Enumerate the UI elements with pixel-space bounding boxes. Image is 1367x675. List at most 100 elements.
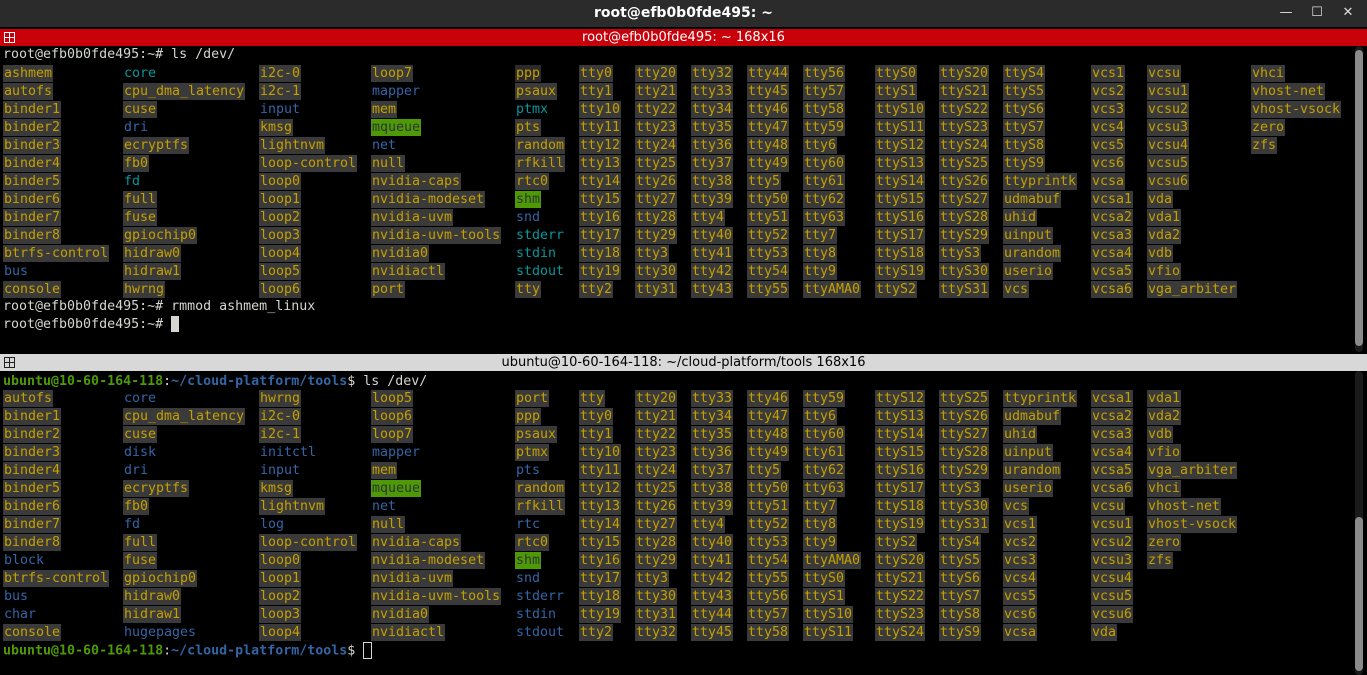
dev-entry: tty29 xyxy=(635,227,678,244)
dev-entry: ttyS25 xyxy=(939,390,990,407)
dev-entry: ttyS20 xyxy=(875,552,926,569)
dev-entry: vcsu4 xyxy=(1147,137,1190,154)
dev-entry: fb0 xyxy=(123,155,150,172)
pane1-scroll-thumb[interactable] xyxy=(1355,50,1363,346)
dev-entry: block xyxy=(4,553,45,568)
dev-entry: tty36 xyxy=(691,137,734,154)
dev-entry: full xyxy=(123,534,158,551)
dev-entry: psaux xyxy=(515,83,558,100)
dev-entry: ttyS9 xyxy=(939,624,982,641)
dev-entry: tty13 xyxy=(579,155,622,172)
dev-entry: tty61 xyxy=(803,444,846,461)
prompt-line: ubuntu@10-60-164-118:~/cloud-platform/to… xyxy=(3,373,427,391)
dev-entry: nvidia-modeset xyxy=(371,552,486,569)
dev-entry: tty11 xyxy=(579,462,622,479)
dev-entry: tty45 xyxy=(691,624,734,641)
dev-entry: ttyS17 xyxy=(875,480,926,497)
terminal-pane-1[interactable]: root@efb0b0fde495:~# ls /dev/ ashmem auto… xyxy=(0,46,1353,352)
dev-entry: ttyS3 xyxy=(939,245,982,262)
pane1-scrollbar[interactable] xyxy=(1355,46,1363,352)
dev-entry: i2c-0 xyxy=(259,408,302,425)
dev-entry: input xyxy=(260,463,301,478)
minimize-button[interactable]: — xyxy=(1276,3,1296,23)
dev-entry: ttyS29 xyxy=(939,462,990,479)
dev-entry: rtc xyxy=(516,517,541,532)
command: ls /dev/ xyxy=(363,374,428,389)
dev-entry: tty6 xyxy=(803,408,838,425)
dev-entry: ttyS18 xyxy=(875,245,926,262)
window-title: root@efb0b0fde495: ~ xyxy=(594,5,773,21)
dev-entry: bus xyxy=(4,589,29,604)
dev-entry: tty37 xyxy=(691,462,734,479)
dev-entry: ttyS28 xyxy=(939,444,990,461)
dev-entry: tty21 xyxy=(635,83,678,100)
dev-entry: mapper xyxy=(372,84,421,99)
dev-entry: tty40 xyxy=(691,227,734,244)
dev-entry: hwrng xyxy=(259,390,302,407)
dev-entry: lightnvm xyxy=(259,498,326,515)
dev-entry: udmabuf xyxy=(1003,191,1062,208)
dev-entry: fd xyxy=(124,517,141,532)
maximize-button[interactable]: ☐ xyxy=(1307,3,1327,23)
dev-entry: net xyxy=(372,138,397,153)
dev-entry: loop7 xyxy=(371,426,414,443)
command: rmmod ashmem_linux xyxy=(171,299,316,314)
dev-entry: ttyS24 xyxy=(875,624,926,641)
prompt-line[interactable]: ubuntu@10-60-164-118:~/cloud-platform/to… xyxy=(3,642,373,660)
window-titlebar[interactable]: root@efb0b0fde495: ~ — ☐ ✕ xyxy=(0,0,1367,27)
dev-entry: tty38 xyxy=(691,480,734,497)
dev-entry: tty54 xyxy=(747,552,790,569)
dev-entry: nvidiactl xyxy=(371,624,446,641)
dev-entry: tty4 xyxy=(691,209,726,226)
dev-entry: tty0 xyxy=(579,65,614,82)
dev-entry: tty34 xyxy=(691,408,734,425)
prompt-end: $ xyxy=(347,374,364,389)
dev-entry: mapper xyxy=(372,445,421,460)
dev-entry: ttyS31 xyxy=(939,516,990,533)
dev-entry: console xyxy=(3,624,62,641)
pane2-header[interactable]: ubuntu@10-60-164-118: ~/cloud-platform/t… xyxy=(0,354,1367,371)
dev-entry: fd xyxy=(124,174,141,189)
dev-entry: random xyxy=(515,137,566,154)
terminal-pane-2[interactable]: ubuntu@10-60-164-118:~/cloud-platform/to… xyxy=(0,371,1353,675)
pane1-header[interactable]: root@efb0b0fde495: ~ 168x16 xyxy=(0,29,1367,46)
dev-entry: tty55 xyxy=(747,281,790,298)
dev-entry: ttyS27 xyxy=(939,426,990,443)
pane2-scrollbar[interactable] xyxy=(1355,371,1363,675)
dev-entry: vcsu5 xyxy=(1147,155,1190,172)
dev-entry: vcsu1 xyxy=(1091,516,1134,533)
dev-entry: fuse xyxy=(123,552,158,569)
dev-entry: core xyxy=(124,66,157,81)
dev-entry: ttyS16 xyxy=(875,209,926,226)
dev-entry: ttyS26 xyxy=(939,408,990,425)
dev-entry: tty58 xyxy=(803,101,846,118)
close-button[interactable]: ✕ xyxy=(1338,3,1358,23)
dev-entry: tty0 xyxy=(579,408,614,425)
dev-entry: ttyS13 xyxy=(875,408,926,425)
pane2-scroll-thumb[interactable] xyxy=(1355,517,1363,671)
dev-entry: vda xyxy=(1147,191,1174,208)
dev-entry: cpu_dma_latency xyxy=(123,83,246,100)
dev-entry: tty53 xyxy=(747,245,790,262)
dev-entry: vhost-vsock xyxy=(1147,516,1238,533)
dev-entry: rtc0 xyxy=(515,173,550,190)
dev-entry: tty55 xyxy=(747,570,790,587)
dev-entry: vcsu2 xyxy=(1091,534,1134,551)
dev-entry: ttyS5 xyxy=(1003,83,1046,100)
dev-entry: ttyS11 xyxy=(803,624,854,641)
dev-entry: zero xyxy=(1251,119,1286,136)
dev-entry: nvidia-uvm xyxy=(371,570,454,587)
prompt-line[interactable]: root@efb0b0fde495:~# xyxy=(3,316,180,334)
dev-entry: tty xyxy=(579,390,606,407)
dev-entry: vcsa6 xyxy=(1091,480,1134,497)
dev-entry: tty57 xyxy=(747,606,790,623)
dev-entry: ashmem xyxy=(3,65,54,82)
prompt: root@efb0b0fde495:~# xyxy=(3,299,172,314)
dev-entry: stdout xyxy=(516,264,565,279)
dev-entry: ttyS3 xyxy=(939,480,982,497)
dev-entry: tty43 xyxy=(691,588,734,605)
prompt-path: ~/cloud-platform/tools xyxy=(171,374,348,389)
dev-entry: hidraw0 xyxy=(123,588,182,605)
dev-entry: tty9 xyxy=(803,263,838,280)
dev-entry: vcs xyxy=(1003,498,1030,515)
